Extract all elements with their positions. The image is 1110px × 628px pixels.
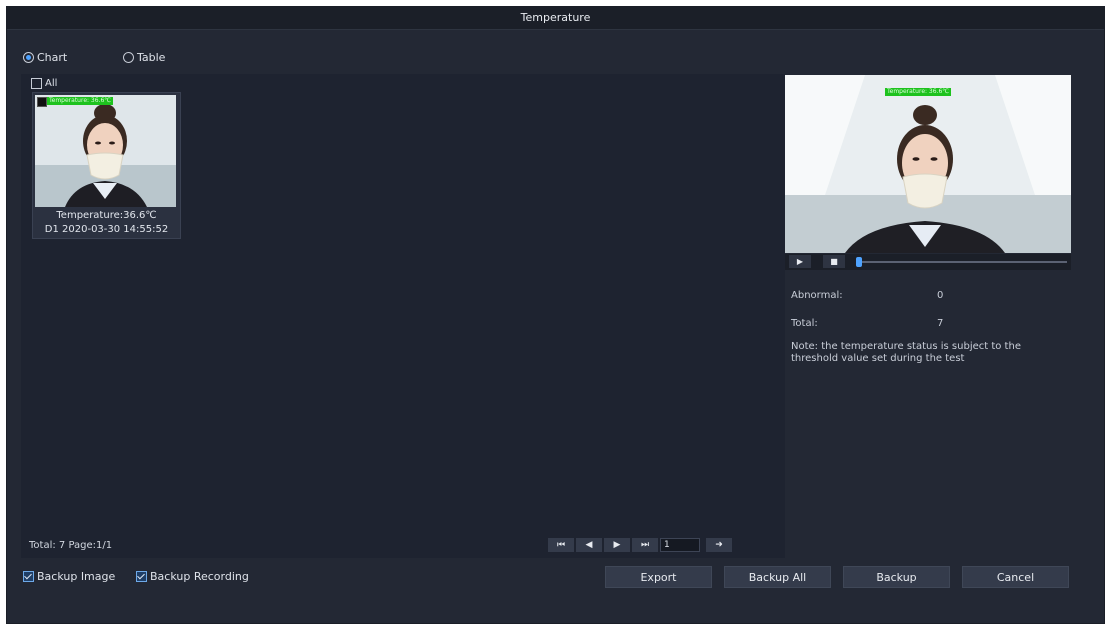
backup-all-button[interactable]: Backup All — [724, 566, 831, 588]
abnormal-value: 0 — [937, 290, 944, 301]
export-button[interactable]: Export — [605, 566, 712, 588]
skip-last-icon[interactable]: ⏭ — [632, 538, 658, 552]
radio-chart[interactable]: Chart — [23, 51, 67, 64]
abnormal-label: Abnormal: — [791, 290, 843, 301]
radio-chart-label: Chart — [37, 51, 68, 64]
face-photo-illustration — [35, 95, 176, 207]
checked-icon — [136, 571, 147, 582]
backup-image-checkbox[interactable]: Backup Image — [23, 570, 115, 583]
thumbnail-temperature: Temperature:36.6℃ — [56, 210, 157, 221]
select-all-checkbox[interactable]: All — [31, 78, 57, 89]
play-icon[interactable]: ▶ — [789, 255, 811, 268]
total-value: 7 — [937, 318, 944, 329]
radio-selected-icon — [23, 52, 34, 63]
capture-thumbnail[interactable]: Temperature: 36.6℃ Temperature:36.6℃ D1 … — [32, 92, 181, 239]
video-preview: Temperature: 36.6℃ — [785, 75, 1071, 253]
playback-controls: ▶ ■ — [785, 254, 1071, 270]
thumbnail-timestamp: D1 2020-03-30 14:55:52 — [44, 224, 169, 235]
dialog-title: Temperature — [7, 7, 1104, 30]
page-number-input[interactable] — [660, 538, 700, 552]
playback-track[interactable] — [859, 261, 1067, 263]
radio-table[interactable]: Table — [123, 51, 165, 64]
temperature-dialog: Temperature Chart Table All Temperature:… — [6, 6, 1105, 624]
radio-unselected-icon — [123, 52, 134, 63]
skip-first-icon[interactable]: ⏮ — [548, 538, 574, 552]
stop-icon[interactable]: ■ — [823, 255, 845, 268]
checked-icon — [23, 571, 34, 582]
playback-slider-knob[interactable] — [856, 257, 862, 267]
preview-photo-illustration — [785, 75, 1071, 253]
go-arrow-icon[interactable]: ➜ — [706, 538, 732, 552]
preview-temperature-tag: Temperature: 36.6℃ — [885, 88, 952, 96]
face-capture-image: Temperature: 36.6℃ — [35, 95, 176, 207]
temperature-overlay-tag: Temperature: 36.6℃ — [47, 97, 114, 105]
backup-recording-label: Backup Recording — [150, 570, 249, 583]
checkbox-icon — [31, 78, 42, 89]
backup-image-label: Backup Image — [37, 570, 116, 583]
backup-button[interactable]: Backup — [843, 566, 950, 588]
radio-table-label: Table — [137, 51, 166, 64]
backup-recording-checkbox[interactable]: Backup Recording — [136, 570, 249, 583]
cancel-button[interactable]: Cancel — [962, 566, 1069, 588]
next-icon[interactable]: ▶ — [604, 538, 630, 552]
pagination: ⏮ ◀ ▶ ⏭ ➜ — [548, 538, 732, 552]
capture-grid: All Temperature: 36.6℃ Temperature:36.6℃… — [21, 74, 785, 558]
total-page-info: Total: 7 Page:1/1 — [29, 540, 113, 551]
thumbnail-checkbox[interactable] — [37, 97, 47, 107]
prev-icon[interactable]: ◀ — [576, 538, 602, 552]
total-label: Total: — [791, 318, 818, 329]
threshold-note: Note: the temperature status is subject … — [791, 341, 1021, 364]
select-all-label: All — [45, 78, 58, 89]
